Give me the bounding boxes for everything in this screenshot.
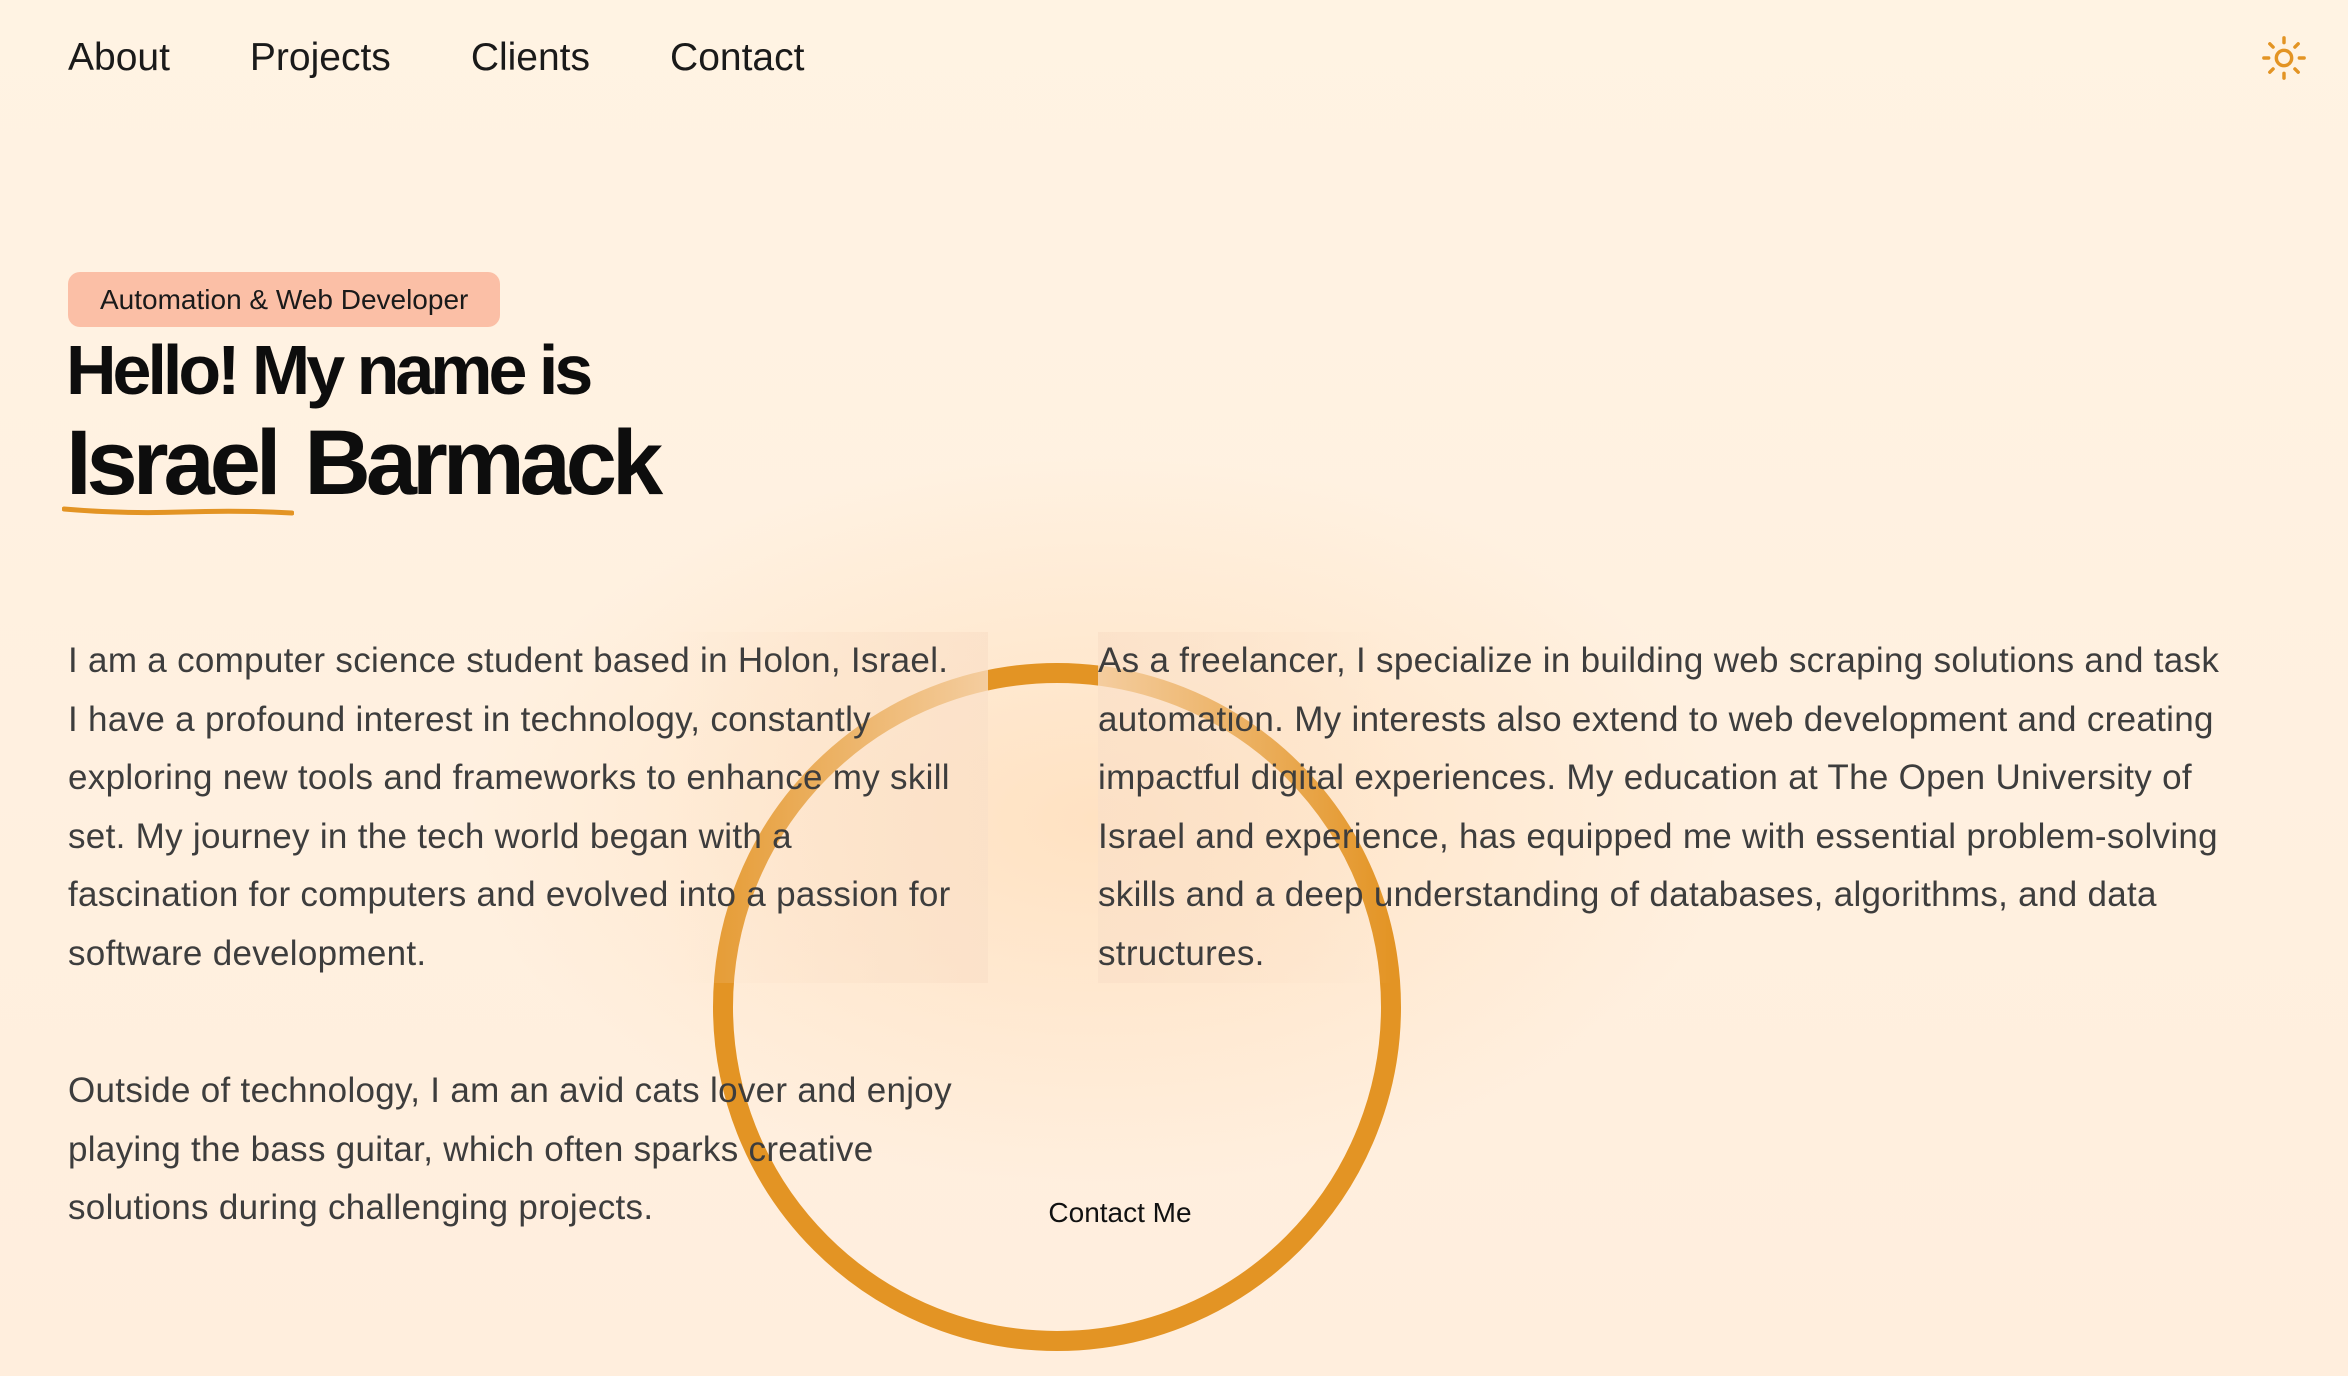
last-name: Barmack bbox=[304, 412, 663, 514]
hero-greeting: Hello! My name is bbox=[66, 331, 593, 409]
name-underline-decoration bbox=[62, 506, 294, 516]
about-paragraph-3: Outside of technology, I am an avid cats… bbox=[68, 1071, 952, 1227]
role-badge: Automation & Web Developer bbox=[68, 272, 501, 327]
theme-toggle-button[interactable] bbox=[2258, 32, 2310, 84]
about-paragraph-1: I am a computer science student based in… bbox=[68, 632, 988, 983]
contact-me-button[interactable]: Contact Me bbox=[1024, 1190, 1216, 1236]
about-paragraph-2: As a freelancer, I specialize in buildin… bbox=[1098, 632, 2278, 983]
first-name: Israel bbox=[66, 412, 281, 514]
nav-clients-link[interactable]: Clients bbox=[471, 30, 590, 86]
nav-contact-link[interactable]: Contact bbox=[670, 30, 804, 86]
nav-projects-link[interactable]: Projects bbox=[250, 30, 391, 86]
top-nav: About Projects Clients Contact bbox=[68, 30, 804, 86]
sun-icon bbox=[2262, 36, 2306, 80]
page: About Projects Clients Contact Automatio… bbox=[0, 0, 2348, 1376]
nav-about-link[interactable]: About bbox=[68, 30, 170, 86]
